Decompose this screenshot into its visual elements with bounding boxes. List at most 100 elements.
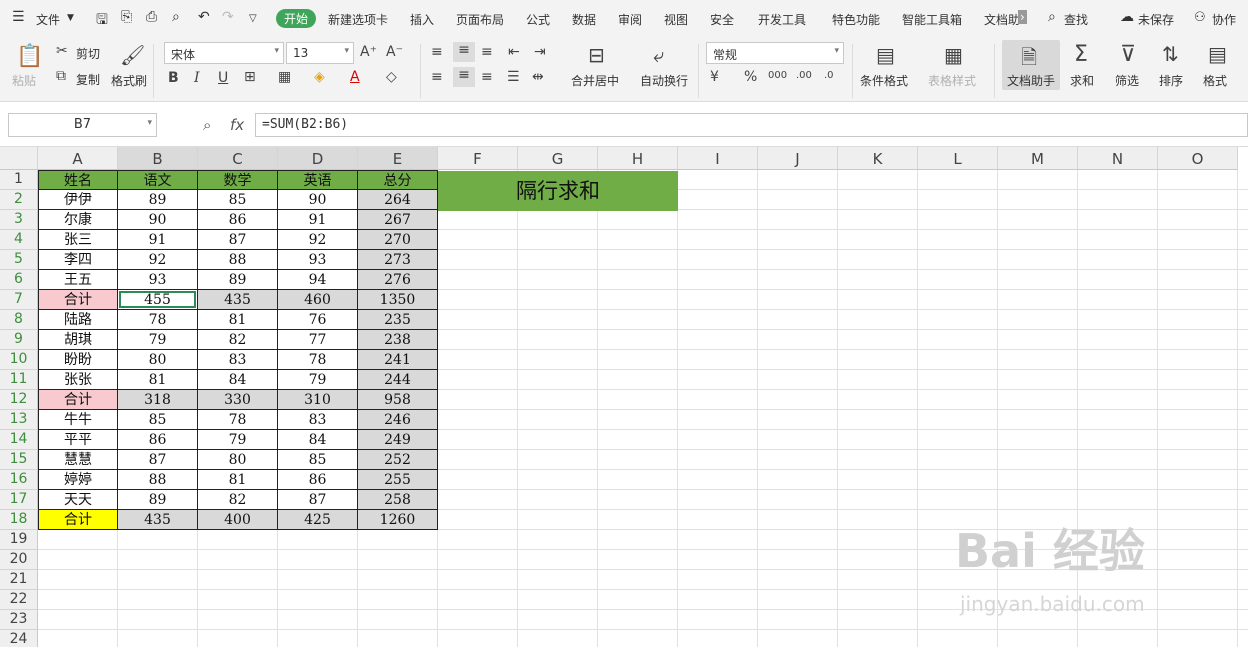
table-cell[interactable]: 陆路 xyxy=(38,310,118,330)
table-cell[interactable]: 82 xyxy=(198,330,278,350)
table-cell[interactable]: 78 xyxy=(118,310,198,330)
table-cell[interactable]: 330 xyxy=(198,390,278,410)
table-cell[interactable]: 249 xyxy=(358,430,438,450)
table-cell[interactable]: 460 xyxy=(278,290,358,310)
table-cell[interactable]: 91 xyxy=(278,210,358,230)
row-header[interactable]: 6 xyxy=(0,270,38,290)
fill-color-icon[interactable]: ◈ xyxy=(314,69,325,85)
row-header[interactable]: 13 xyxy=(0,410,38,430)
title-banner[interactable]: 隔行求和 xyxy=(438,171,678,211)
italic-icon[interactable]: I xyxy=(194,70,200,86)
currency-icon[interactable]: ¥ xyxy=(710,69,719,85)
table-cell[interactable]: 张张 xyxy=(38,370,118,390)
table-cell[interactable]: 84 xyxy=(278,430,358,450)
conditional-format-button[interactable]: 条件格式 xyxy=(860,72,908,89)
hamburger-icon[interactable]: ☰ xyxy=(12,9,25,25)
table-cell[interactable]: 93 xyxy=(118,270,198,290)
table-cell[interactable]: 胡琪 xyxy=(38,330,118,350)
table-cell[interactable]: 270 xyxy=(358,230,438,250)
undo-icon[interactable]: ↶ xyxy=(198,9,210,25)
table-cell[interactable]: 86 xyxy=(198,210,278,230)
table-cell[interactable]: 87 xyxy=(118,450,198,470)
table-cell[interactable]: 310 xyxy=(278,390,358,410)
column-header[interactable]: I xyxy=(678,147,758,170)
table-cell[interactable]: 80 xyxy=(198,450,278,470)
table-cell[interactable]: 盼盼 xyxy=(38,350,118,370)
table-cell[interactable]: 264 xyxy=(358,190,438,210)
table-cell[interactable]: 慧慧 xyxy=(38,450,118,470)
auto-wrap-icon[interactable]: ⤶ xyxy=(653,43,664,67)
table-cell[interactable]: 246 xyxy=(358,410,438,430)
table-cell[interactable]: 天天 xyxy=(38,490,118,510)
table-cell[interactable]: 241 xyxy=(358,350,438,370)
table-cell[interactable]: 78 xyxy=(278,350,358,370)
indent-increase-icon[interactable]: ⇥ xyxy=(534,44,546,60)
table-cell[interactable]: 89 xyxy=(118,190,198,210)
table-cell[interactable]: 1260 xyxy=(358,510,438,530)
tab-page-layout[interactable]: 页面布局 xyxy=(456,11,504,28)
column-header[interactable]: A xyxy=(38,147,118,170)
column-header[interactable]: K xyxy=(838,147,918,170)
column-header[interactable]: N xyxy=(1078,147,1158,170)
align-top-icon[interactable]: ≡ xyxy=(431,44,443,60)
decrease-decimal-icon[interactable]: .0 xyxy=(824,70,834,81)
row-header[interactable]: 12 xyxy=(0,390,38,410)
table-cell[interactable]: 94 xyxy=(278,270,358,290)
row-header[interactable]: 19 xyxy=(0,530,38,550)
fill-pattern-icon[interactable]: ▦ xyxy=(278,69,291,85)
table-cell[interactable]: 76 xyxy=(278,310,358,330)
table-cell[interactable]: 1350 xyxy=(358,290,438,310)
row-header[interactable]: 7 xyxy=(0,290,38,310)
row-header[interactable]: 20 xyxy=(0,550,38,570)
justify-icon[interactable]: ☰ xyxy=(507,69,520,85)
column-header[interactable]: H xyxy=(598,147,678,170)
table-cell[interactable]: 张三 xyxy=(38,230,118,250)
row-header[interactable]: 22 xyxy=(0,590,38,610)
table-cell[interactable]: 235 xyxy=(358,310,438,330)
clear-format-icon[interactable]: ◇ xyxy=(386,69,397,85)
format-icon[interactable]: ▤ xyxy=(1208,42,1227,66)
format-button[interactable]: 格式 xyxy=(1203,72,1227,89)
table-cell[interactable]: 83 xyxy=(278,410,358,430)
table-cell[interactable]: 90 xyxy=(278,190,358,210)
tab-data[interactable]: 数据 xyxy=(572,11,596,28)
table-header-cell[interactable]: 英语 xyxy=(278,170,358,190)
number-format-select[interactable]: 常规 ▾ xyxy=(706,42,844,64)
table-cell[interactable]: 79 xyxy=(118,330,198,350)
column-header[interactable]: L xyxy=(918,147,998,170)
table-cell[interactable]: 82 xyxy=(198,490,278,510)
redo-icon[interactable]: ↷ xyxy=(222,9,234,25)
table-cell[interactable]: 81 xyxy=(198,470,278,490)
row-header[interactable]: 16 xyxy=(0,470,38,490)
align-center-icon[interactable]: ≡ xyxy=(453,67,475,87)
table-cell[interactable]: 87 xyxy=(198,230,278,250)
print-icon[interactable]: ⎙ xyxy=(146,9,157,25)
table-cell[interactable]: 255 xyxy=(358,470,438,490)
table-cell[interactable]: 92 xyxy=(278,230,358,250)
table-cell[interactable]: 89 xyxy=(118,490,198,510)
column-header[interactable]: C xyxy=(198,147,278,170)
table-cell[interactable]: 合计 xyxy=(38,390,118,410)
tab-developer[interactable]: 开发工具 xyxy=(758,11,806,28)
table-cell[interactable]: 93 xyxy=(278,250,358,270)
sort-button[interactable]: 排序 xyxy=(1159,72,1183,89)
thousands-icon[interactable]: 000 xyxy=(768,70,787,81)
table-cell[interactable]: 425 xyxy=(278,510,358,530)
table-style-button[interactable]: 表格样式 xyxy=(928,72,976,89)
column-header[interactable]: E xyxy=(358,147,438,170)
tab-insert[interactable]: 插入 xyxy=(410,11,434,28)
table-cell[interactable]: 80 xyxy=(118,350,198,370)
row-header[interactable]: 23 xyxy=(0,610,38,630)
formula-input[interactable]: =SUM(B2:B6) xyxy=(255,113,1248,137)
table-cell[interactable]: 86 xyxy=(118,430,198,450)
tab-home[interactable]: 开始 xyxy=(276,9,317,28)
indent-decrease-icon[interactable]: ⇤ xyxy=(508,44,520,60)
print-preview-icon[interactable]: ⌕ xyxy=(172,9,180,25)
tab-formulas[interactable]: 公式 xyxy=(526,11,550,28)
column-header[interactable]: M xyxy=(998,147,1078,170)
unsaved-status[interactable]: 未保存 xyxy=(1138,11,1174,28)
more-tabs-icon[interactable]: › xyxy=(1018,10,1027,24)
quick-access-dropdown-icon[interactable]: ▽ xyxy=(249,13,257,24)
table-cell[interactable]: 267 xyxy=(358,210,438,230)
table-cell[interactable]: 78 xyxy=(198,410,278,430)
